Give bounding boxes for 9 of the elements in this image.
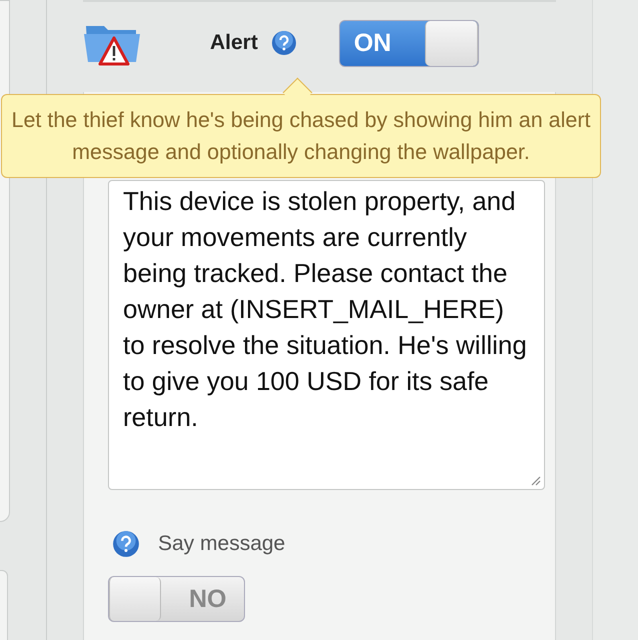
- help-icon[interactable]: [270, 30, 297, 56]
- say-message-label: Say message: [158, 532, 286, 556]
- resize-grip-icon[interactable]: [529, 474, 541, 486]
- alert-label: Alert: [210, 31, 258, 55]
- say-message-toggle[interactable]: NO: [108, 576, 245, 622]
- message-field[interactable]: This device is stolen property, and your movements are currently being tracked. Please contact the owner at (INSERT_MAIL_HERE) to resolve the situation. He's willing to give you 100 USD for its safe return.: [108, 180, 545, 490]
- help-icon[interactable]: [112, 530, 140, 558]
- tooltip-text: Let the thief know he's being chased by showing him an alert message and optionally changing the wallpaper.: [10, 107, 592, 166]
- alert-toggle[interactable]: ON: [338, 20, 479, 66]
